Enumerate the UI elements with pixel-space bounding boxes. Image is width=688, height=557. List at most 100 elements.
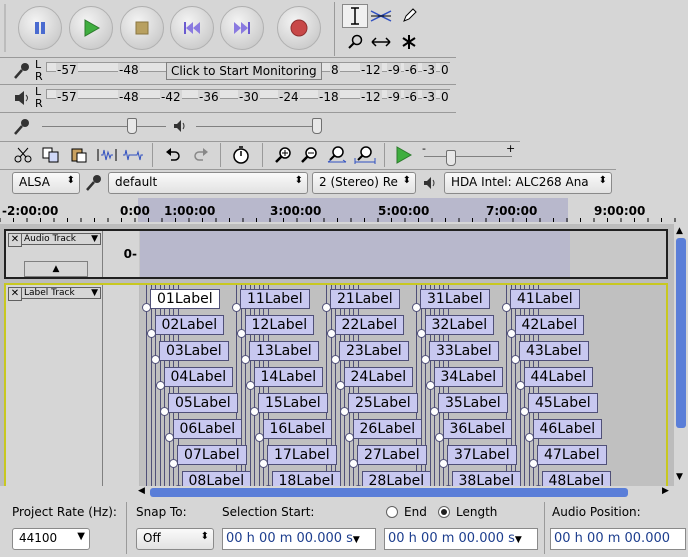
silence-button[interactable] [120, 143, 146, 167]
label-item[interactable]: 02Label [154, 315, 225, 335]
label-item[interactable]: 26Label [352, 419, 423, 439]
selection-tool[interactable] [342, 4, 368, 28]
timeline-ruler[interactable]: -2:00:00 0:00 1:00:00 3:00:00 5:00:00 7:… [0, 198, 688, 222]
label-item[interactable]: 25Label [348, 393, 418, 413]
zoom-tool[interactable] [342, 30, 368, 54]
label-item[interactable]: 35Label [438, 393, 508, 413]
label-item[interactable]: 44Label [523, 367, 594, 387]
skip-to-start-button[interactable] [170, 6, 214, 50]
draw-tool[interactable] [396, 4, 422, 28]
label-item[interactable]: 04Label [163, 367, 234, 387]
record-button[interactable] [277, 6, 321, 50]
envelope-tool[interactable] [368, 4, 394, 28]
play-button[interactable] [69, 6, 113, 50]
trim-button[interactable] [94, 143, 120, 167]
playback-volume-slider[interactable] [196, 118, 322, 134]
label-item[interactable]: 07Label [177, 445, 247, 465]
end-radio[interactable] [386, 506, 398, 518]
selection-length-field[interactable]: 00 h 00 m 00.000 s▼ [384, 528, 538, 550]
selection-start-field[interactable]: 00 h 00 m 00.000 s▼ [222, 528, 376, 550]
record-volume-slider[interactable] [42, 118, 166, 134]
zoom-out-button[interactable] [296, 143, 322, 167]
redo-button[interactable] [188, 143, 214, 167]
label-item[interactable]: 21Label [330, 289, 400, 309]
track-name-dropdown[interactable]: Audio Track ▼ [21, 233, 101, 245]
label-item[interactable]: 34Label [433, 367, 504, 387]
record-volume-thumb[interactable] [127, 118, 137, 134]
label-item[interactable]: 42Label [514, 315, 585, 335]
pause-button[interactable] [18, 6, 62, 50]
label-item[interactable]: 28Label [361, 471, 432, 486]
label-item[interactable]: 16Label [262, 419, 333, 439]
play-speed-thumb[interactable] [446, 150, 456, 166]
vertical-scroll-thumb[interactable] [676, 238, 686, 428]
close-track-button[interactable]: ✕ [8, 233, 22, 247]
copy-button[interactable] [38, 143, 64, 167]
track-name-dropdown[interactable]: Label Track ▼ [21, 287, 101, 299]
horizontal-scroll-thumb[interactable] [150, 488, 628, 497]
label-track-content[interactable]: 01Label 02Label 03Label 04Label 05Label 06Lab… [140, 285, 666, 486]
scroll-down-arrow-icon[interactable]: ▼ [676, 472, 683, 482]
label-item[interactable]: 15Label [258, 393, 328, 413]
fit-project-button[interactable] [352, 143, 378, 167]
fit-selection-button[interactable] [324, 143, 350, 167]
audio-track-selection[interactable] [140, 231, 570, 277]
label-item[interactable]: 32Label [424, 315, 495, 335]
label-item[interactable]: 08Label [181, 471, 252, 486]
close-track-button[interactable]: ✕ [8, 287, 22, 301]
play-speed-slider[interactable]: - + [420, 142, 516, 166]
label-item[interactable]: 06Label [172, 419, 243, 439]
label-item[interactable]: 18Label [271, 471, 342, 486]
horizontal-scrollbar[interactable]: ◀ ▶ [136, 486, 674, 499]
label-item[interactable]: 47Label [537, 445, 607, 465]
label-item[interactable]: 45Label [528, 393, 598, 413]
label-item[interactable]: 03Label [159, 341, 229, 361]
scroll-up-arrow-icon[interactable]: ▲ [676, 226, 683, 236]
collapse-track-button[interactable]: ▲ [24, 261, 88, 277]
label-item[interactable]: 33Label [429, 341, 499, 361]
label-item[interactable]: 14Label [253, 367, 324, 387]
label-item[interactable]: 23Label [339, 341, 409, 361]
length-radio[interactable] [438, 506, 450, 518]
label-item[interactable]: 24Label [343, 367, 414, 387]
label-item[interactable]: 37Label [447, 445, 517, 465]
recording-channels-select[interactable]: 2 (Stereo) Re ⬍ [312, 172, 416, 194]
label-item[interactable]: 43Label [519, 341, 589, 361]
label-item[interactable]: 46Label [532, 419, 603, 439]
skip-to-end-button[interactable] [220, 6, 264, 50]
playback-device-select[interactable]: HDA Intel: ALC268 Ana ⬍ [444, 172, 612, 194]
record-meter[interactable]: -57 -48 Click to Start Monitoring 8 -12 … [42, 60, 454, 82]
multi-tool[interactable] [396, 30, 422, 54]
label-item[interactable]: 48Label [541, 471, 612, 486]
project-rate-select[interactable]: 44100 ▼ [12, 528, 90, 550]
stop-button[interactable] [120, 6, 164, 50]
playback-volume-thumb[interactable] [312, 118, 322, 134]
play-at-speed-button[interactable] [390, 143, 416, 167]
recording-device-select[interactable]: default ⬍ [108, 172, 308, 194]
label-item[interactable]: 01Label [150, 289, 220, 309]
sync-lock-button[interactable] [228, 143, 254, 167]
label-item[interactable]: 05Label [168, 393, 238, 413]
play-meter[interactable]: -57 -48 -42 -36 -30 -24 -18 -12 -9 -6 -3… [42, 87, 454, 109]
label-item[interactable]: 22Label [334, 315, 405, 335]
label-item[interactable]: 41Label [510, 289, 580, 309]
label-item[interactable]: 27Label [357, 445, 427, 465]
label-item[interactable]: 13Label [249, 341, 319, 361]
scroll-left-arrow-icon[interactable]: ◀ [138, 486, 145, 496]
label-item[interactable]: 12Label [244, 315, 315, 335]
label-item[interactable]: 31Label [420, 289, 490, 309]
paste-button[interactable] [66, 143, 92, 167]
label-item[interactable]: 17Label [267, 445, 337, 465]
audio-host-select[interactable]: ALSA ⬍ [12, 172, 80, 194]
monitoring-tooltip[interactable]: Click to Start Monitoring [166, 62, 322, 80]
vertical-scrollbar[interactable]: ▲ ▼ [674, 224, 688, 486]
label-item[interactable]: 11Label [240, 289, 310, 309]
audio-position-field[interactable]: 00 h 00 m 00.000 [550, 528, 686, 550]
label-item[interactable]: 38Label [451, 471, 522, 486]
timeshift-tool[interactable] [368, 30, 394, 54]
undo-button[interactable] [160, 143, 186, 167]
zoom-in-button[interactable] [270, 143, 296, 167]
snap-to-select[interactable]: Off ⬍ [136, 528, 214, 550]
cut-button[interactable] [10, 143, 36, 167]
label-item[interactable]: 36Label [442, 419, 513, 439]
